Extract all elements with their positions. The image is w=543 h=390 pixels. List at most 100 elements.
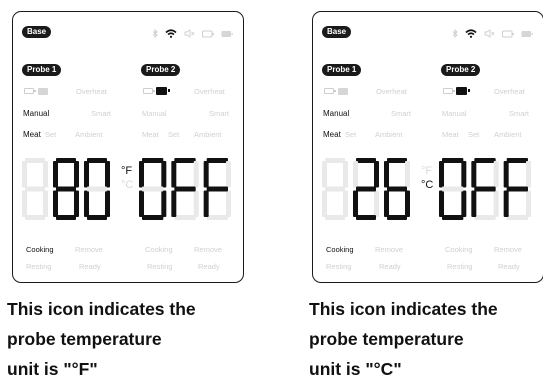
caption-celsius: This icon indicates the probe temperatur…: [309, 294, 539, 384]
lcd-segment: [474, 215, 496, 220]
caption-line: unit is "°C": [309, 359, 402, 379]
lcd-segment: [325, 215, 345, 220]
probe-2-meat: Meat: [442, 130, 459, 139]
lcd-segment: [105, 161, 110, 188]
probe-2-set: Set: [168, 130, 180, 139]
probe-1-ambient: Ambient: [75, 130, 103, 139]
lcd-segment: [43, 161, 48, 188]
lcd-segment: [161, 190, 167, 217]
lcd-display-celsius: Base Probe 1 Overheat Manual Smart Meat …: [312, 11, 543, 283]
lcd-segment: [506, 215, 528, 220]
lcd-segment: [387, 186, 407, 192]
probe-2-mode-smart: Smart: [509, 109, 530, 118]
unit-fahrenheit-indicator: °F: [421, 165, 433, 177]
caption-line: This icon indicates the: [309, 299, 498, 319]
lcd-segment: [203, 161, 209, 188]
caption-line: unit is "°F": [7, 359, 98, 379]
lcd-segment: [471, 161, 477, 188]
probe-2-mode-smart: Smart: [209, 109, 230, 118]
probe-2-overheat: Overheat: [494, 87, 525, 96]
lcd-segment: [53, 161, 58, 188]
probe-1-ready: Ready: [79, 262, 101, 271]
battery-empty-icon: [502, 30, 514, 37]
probe-1-ambient: Ambient: [375, 130, 403, 139]
probe-2-resting: Resting: [447, 262, 473, 271]
lcd-segment: [25, 158, 45, 163]
lcd-segment: [206, 215, 228, 220]
lcd-segment: [387, 158, 407, 163]
probe-2-mode-manual: Manual: [142, 109, 167, 118]
probe-1-overheat: Overheat: [376, 87, 407, 96]
unit-celsius-indicator: °C: [421, 179, 434, 191]
lcd-segment: [174, 158, 196, 163]
lcd-segment: [405, 161, 410, 188]
lcd-segment: [142, 186, 164, 192]
lcd-segment: [193, 161, 199, 188]
probe-2-ambient: Ambient: [194, 130, 222, 139]
lcd-segment: [56, 186, 76, 192]
lcd-segment: [142, 158, 164, 163]
lcd-segment: [384, 190, 389, 217]
battery-empty-icon: [202, 30, 214, 37]
probe-1-cooking: Cooking: [26, 245, 54, 254]
base-badge: Base: [22, 26, 52, 38]
lcd-segment: [74, 190, 79, 217]
lcd-segment: [506, 186, 528, 192]
lcd-segment: [384, 161, 389, 188]
lcd-segment: [493, 161, 499, 188]
probe-2-badge: Probe 2: [441, 64, 481, 76]
lcd-segment: [22, 190, 27, 217]
wifi-icon: [465, 29, 477, 38]
lcd-segment: [322, 190, 327, 217]
lcd-segment: [474, 158, 496, 163]
probe-2-battery-charging-icon: [456, 87, 470, 95]
lcd-segment: [161, 161, 167, 188]
probe-2-cooking: Cooking: [145, 245, 173, 254]
lcd-segment: [439, 161, 444, 188]
lcd-segment: [503, 161, 509, 188]
lcd-segment: [325, 158, 345, 163]
lcd-segment: [84, 161, 89, 188]
battery-full-icon: [221, 30, 233, 37]
probe-2-ambient: Ambient: [494, 130, 522, 139]
lcd-segment: [139, 161, 144, 188]
lcd-segment: [56, 158, 76, 163]
probe-1-temperature-display: [322, 158, 410, 220]
lcd-segment: [193, 190, 199, 217]
probe-1-cooking: Cooking: [326, 245, 354, 254]
probe-1-remove: Remove: [75, 245, 103, 254]
probe-2-ready: Ready: [498, 262, 520, 271]
lcd-segment: [56, 215, 76, 220]
probe-1-set: Set: [345, 130, 357, 139]
probe-2-set: Set: [468, 130, 480, 139]
lcd-segment: [226, 190, 231, 217]
lcd-segment: [87, 186, 107, 192]
probe-1-battery-full-icon: [338, 88, 348, 95]
bluetooth-icon: [452, 29, 458, 38]
probe-1-battery-empty-icon: [24, 88, 36, 94]
probe-1-mode-manual: Manual: [23, 109, 50, 118]
probe-1-badge: Probe 1: [322, 64, 362, 76]
lcd-segment: [25, 215, 45, 220]
lcd-segment: [206, 158, 228, 163]
lcd-segment: [206, 186, 228, 192]
lcd-segment: [387, 215, 407, 220]
caption-line: This icon indicates the: [7, 299, 196, 319]
probe-1-battery-empty-icon: [324, 88, 336, 94]
lcd-segment: [442, 186, 464, 192]
lcd-segment: [503, 190, 509, 217]
probe-2-battery-empty-icon: [143, 88, 155, 94]
probe-1-resting: Resting: [326, 262, 352, 271]
probe-1-overheat: Overheat: [76, 87, 107, 96]
lcd-segment: [142, 215, 164, 220]
status-icons: [452, 29, 533, 38]
caption-fahrenheit: This icon indicates the probe temperatur…: [7, 294, 237, 384]
lcd-segment: [87, 158, 107, 163]
caption-line: probe temperature: [309, 329, 464, 349]
probe-1-battery-full-icon: [38, 88, 48, 95]
probe-1-meat: Meat: [323, 130, 341, 139]
lcd-segment: [442, 158, 464, 163]
battery-full-icon: [521, 30, 533, 37]
probe-1-mode-smart: Smart: [391, 109, 412, 118]
probe-2-mode-manual: Manual: [442, 109, 467, 118]
